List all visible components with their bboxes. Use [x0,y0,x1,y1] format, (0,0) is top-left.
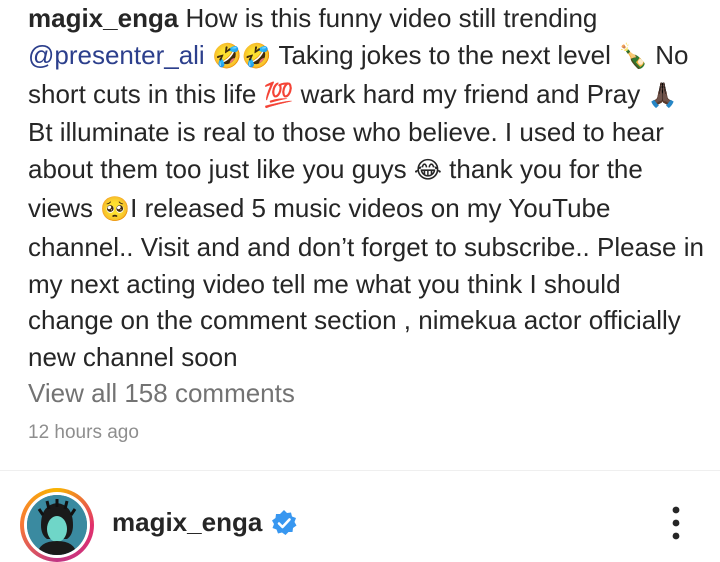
avatar [24,492,90,558]
view-all-comments-link[interactable]: View all 158 comments [28,375,295,411]
more-options-icon[interactable] [664,503,688,543]
champagne-emoji: 🍾 [618,42,649,70]
post-caption: magix_enga How is this funny video still… [28,0,708,376]
avatar-illustration [27,495,87,555]
caption-text: wark hard my friend and Pray [293,78,648,109]
joy-emoji: 😂 [413,157,442,185]
pray-emoji: 🙏🏿 [647,81,678,109]
caption-text: How is this funny video still trending [178,3,598,33]
caption-text: Taking jokes to the next level [271,39,619,70]
caption-text: I released 5 music videos on my YouTube … [28,192,704,373]
post-author-username[interactable]: magix_enga [112,507,262,537]
verified-badge-icon [272,510,297,535]
avatar-image [27,495,87,555]
post-timestamp: 12 hours ago [28,422,139,443]
story-ring[interactable] [20,488,94,562]
caption-username[interactable]: magix_enga [28,3,178,33]
pleading-emoji: 🥺 [100,195,131,223]
rofl-emoji: 🤣🤣 [211,42,272,70]
hundred-emoji: 💯 [263,81,294,109]
divider [0,470,720,471]
post-header: magix_enga [0,485,720,562]
mention-link[interactable]: @presenter_ali [28,40,205,70]
